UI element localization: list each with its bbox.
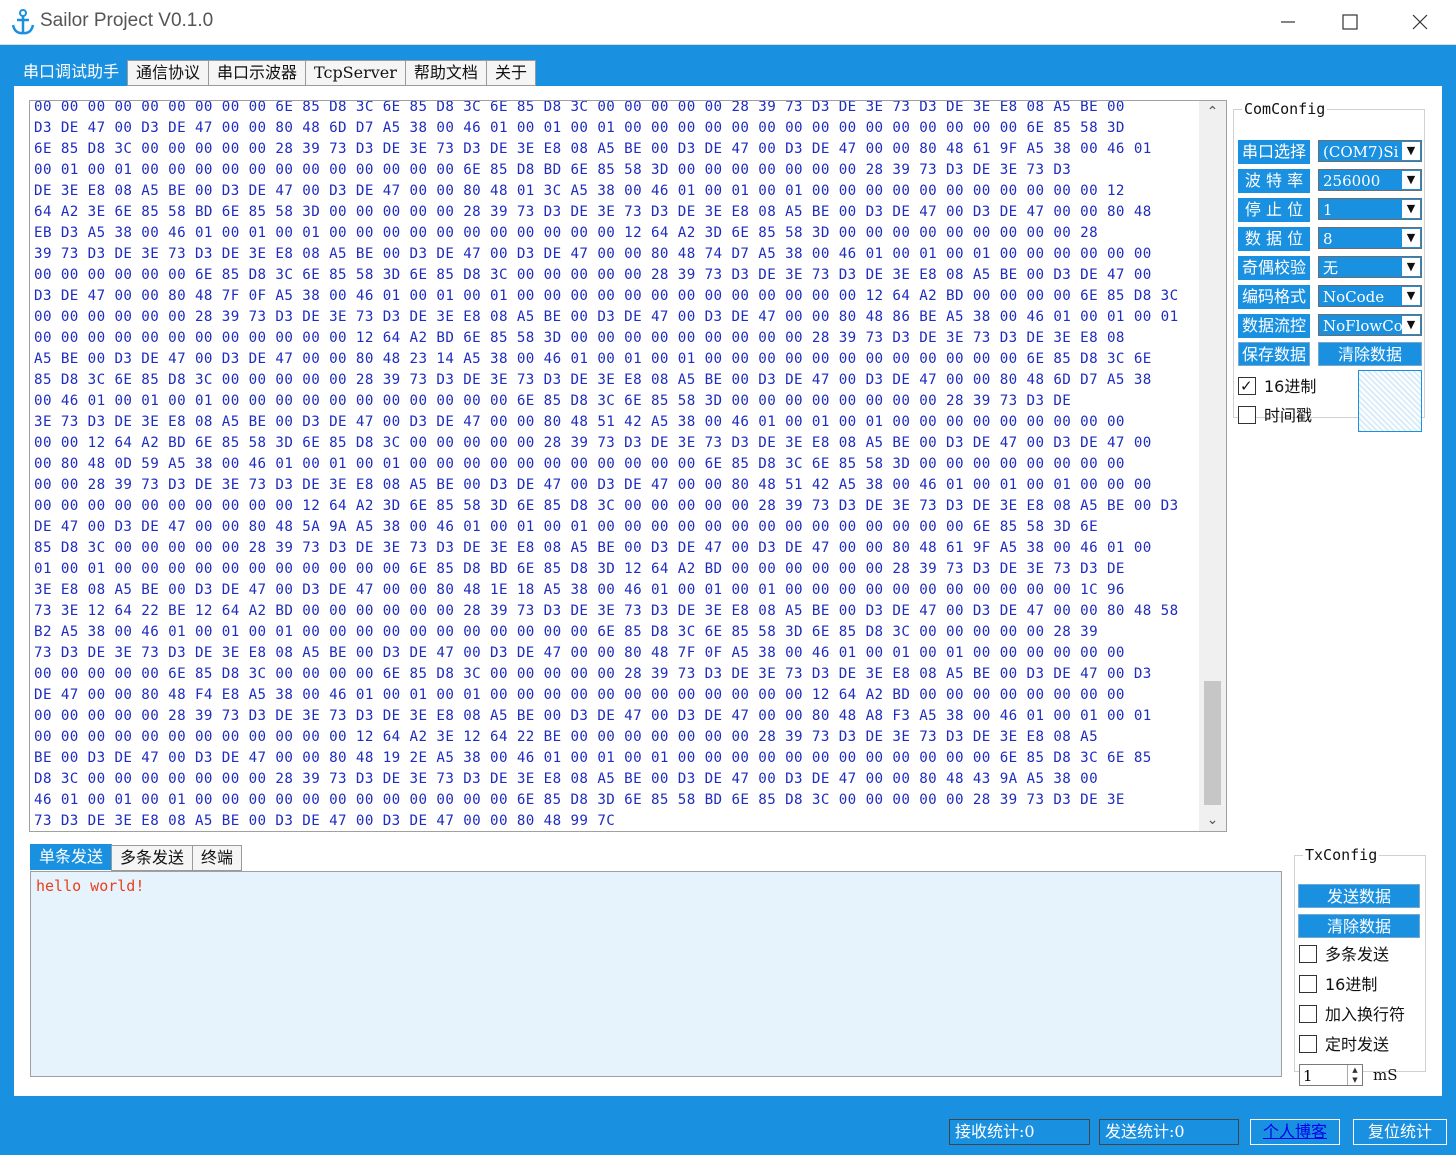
chevron-down-icon[interactable]: ▼: [1402, 142, 1420, 160]
databit-select-value: 8: [1323, 230, 1333, 248]
tab-serial-assistant[interactable]: 串口调试助手: [14, 59, 129, 87]
tab-help[interactable]: 帮助文档: [404, 60, 487, 86]
multi-send-checkbox[interactable]: [1299, 944, 1317, 963]
hex-send-label: 16进制: [1325, 975, 1378, 994]
reset-count-button[interactable]: 复位统计: [1353, 1119, 1447, 1145]
anchor-icon: [11, 9, 35, 35]
multi-send-option[interactable]: 多条发送: [1299, 944, 1421, 966]
flow-label: 数据流控: [1238, 314, 1310, 338]
timed-send-label: 定时发送: [1325, 1035, 1390, 1054]
encoding-select[interactable]: NoCode ▼: [1318, 285, 1422, 307]
send-textbox[interactable]: hello world!: [30, 871, 1282, 1077]
main-tabs: 串口调试助手 通信协议 串口示波器 TcpServer 帮助文档 关于: [14, 59, 536, 87]
newline-label: 加入换行符: [1325, 1005, 1406, 1024]
port-label: 串口选择: [1238, 140, 1310, 164]
baud-select[interactable]: 256000 ▼: [1318, 169, 1422, 191]
send-data-button[interactable]: 发送数据: [1298, 884, 1420, 908]
hex-send-checkbox[interactable]: [1299, 974, 1317, 993]
tx-config-legend: TxConfig: [1305, 846, 1378, 864]
tx-config-group: TxConfig 发送数据 清除数据 多条发送 16进制 加入换行符 定时发送 …: [1294, 846, 1426, 1086]
receive-scrollbar[interactable]: ⌃ ⌄: [1199, 100, 1227, 832]
tab-protocol[interactable]: 通信协议: [127, 60, 210, 86]
window-title: Sailor Project V0.1.0: [40, 10, 214, 31]
interval-value: 1: [1303, 1067, 1313, 1085]
encoding-label: 编码格式: [1238, 285, 1310, 309]
timed-send-option[interactable]: 定时发送: [1299, 1034, 1421, 1056]
save-data-button[interactable]: 保存数据: [1238, 342, 1310, 366]
receive-count: 接收统计:0: [949, 1119, 1090, 1145]
chevron-down-icon[interactable]: ▼: [1402, 258, 1420, 276]
flow-select-value: NoFlowCo: [1323, 317, 1403, 335]
baud-label: 波 特 率: [1238, 169, 1310, 193]
hex-display-label: 16进制: [1264, 377, 1317, 396]
port-select-value: (COM7)Si: [1323, 143, 1399, 161]
databit-select[interactable]: 8 ▼: [1318, 227, 1422, 249]
maximize-icon[interactable]: [1338, 10, 1362, 34]
stopbit-select[interactable]: 1 ▼: [1318, 198, 1422, 220]
flow-select[interactable]: NoFlowCo ▼: [1318, 314, 1422, 336]
chevron-down-icon[interactable]: ▼: [1402, 171, 1420, 189]
close-icon[interactable]: [1408, 10, 1432, 34]
status-indicator: [1358, 370, 1422, 432]
window-title-bar: Sailor Project V0.1.0: [0, 0, 1456, 45]
tab-terminal[interactable]: 终端: [192, 845, 243, 871]
stopbit-label: 停 止 位: [1238, 198, 1310, 222]
interval-stepper[interactable]: 1 ▲ ▼: [1299, 1064, 1363, 1086]
receive-text: 00 00 00 00 00 00 00 00 00 6E 85 D8 3C 6…: [34, 100, 1179, 829]
baud-select-value: 256000: [1323, 172, 1381, 190]
newline-option[interactable]: 加入换行符: [1299, 1004, 1421, 1026]
minimize-icon[interactable]: [1276, 10, 1300, 34]
clear-receive-button[interactable]: 清除数据: [1318, 342, 1422, 366]
multi-send-label: 多条发送: [1325, 945, 1390, 964]
port-select[interactable]: (COM7)Si ▼: [1318, 140, 1422, 162]
scroll-down-icon[interactable]: ⌄: [1199, 809, 1226, 831]
timestamp-checkbox[interactable]: [1238, 405, 1256, 424]
hex-display-option[interactable]: 16进制: [1238, 376, 1352, 398]
stepper-arrows-icon[interactable]: ▲ ▼: [1347, 1065, 1362, 1085]
send-count: 发送统计:0: [1099, 1119, 1239, 1145]
encoding-select-value: NoCode: [1323, 288, 1385, 306]
hex-display-checkbox[interactable]: [1238, 376, 1256, 397]
tab-oscilloscope[interactable]: 串口示波器: [208, 60, 307, 86]
chevron-down-icon[interactable]: ▼: [1402, 200, 1420, 218]
tab-multi-send[interactable]: 多条发送: [111, 845, 194, 871]
parity-label: 奇偶校验: [1238, 256, 1310, 280]
com-config-group: ComConfig 串口选择 (COM7)Si ▼ 波 特 率 256000 ▼ 停…: [1233, 100, 1425, 432]
scroll-up-icon[interactable]: ⌃: [1199, 101, 1226, 123]
interval-unit: mS: [1373, 1066, 1398, 1084]
scroll-thumb[interactable]: [1204, 681, 1221, 805]
clear-send-button[interactable]: 清除数据: [1298, 914, 1420, 938]
send-tabs: 单条发送 多条发送 终端: [30, 844, 243, 871]
chevron-down-icon[interactable]: ▼: [1402, 287, 1420, 305]
hex-send-option[interactable]: 16进制: [1299, 974, 1421, 996]
timed-send-checkbox[interactable]: [1299, 1034, 1317, 1053]
timestamp-option[interactable]: 时间戳: [1238, 405, 1352, 427]
tab-tcpserver[interactable]: TcpServer: [305, 60, 406, 86]
blog-link[interactable]: 个人博客: [1250, 1119, 1340, 1145]
send-text: hello world!: [36, 877, 145, 895]
receive-textbox[interactable]: 00 00 00 00 00 00 00 00 00 6E 85 D8 3C 6…: [29, 100, 1201, 832]
tab-about[interactable]: 关于: [485, 60, 536, 86]
databit-label: 数 据 位: [1238, 227, 1310, 251]
parity-select-value: 无: [1323, 259, 1339, 277]
chevron-down-icon[interactable]: ▼: [1402, 229, 1420, 247]
parity-select[interactable]: 无 ▼: [1318, 256, 1422, 278]
com-config-legend: ComConfig: [1244, 100, 1326, 118]
newline-checkbox[interactable]: [1299, 1004, 1317, 1023]
timestamp-label: 时间戳: [1264, 406, 1313, 425]
tab-single-send[interactable]: 单条发送: [30, 844, 113, 870]
stopbit-select-value: 1: [1323, 201, 1333, 219]
chevron-down-icon[interactable]: ▼: [1402, 316, 1420, 334]
